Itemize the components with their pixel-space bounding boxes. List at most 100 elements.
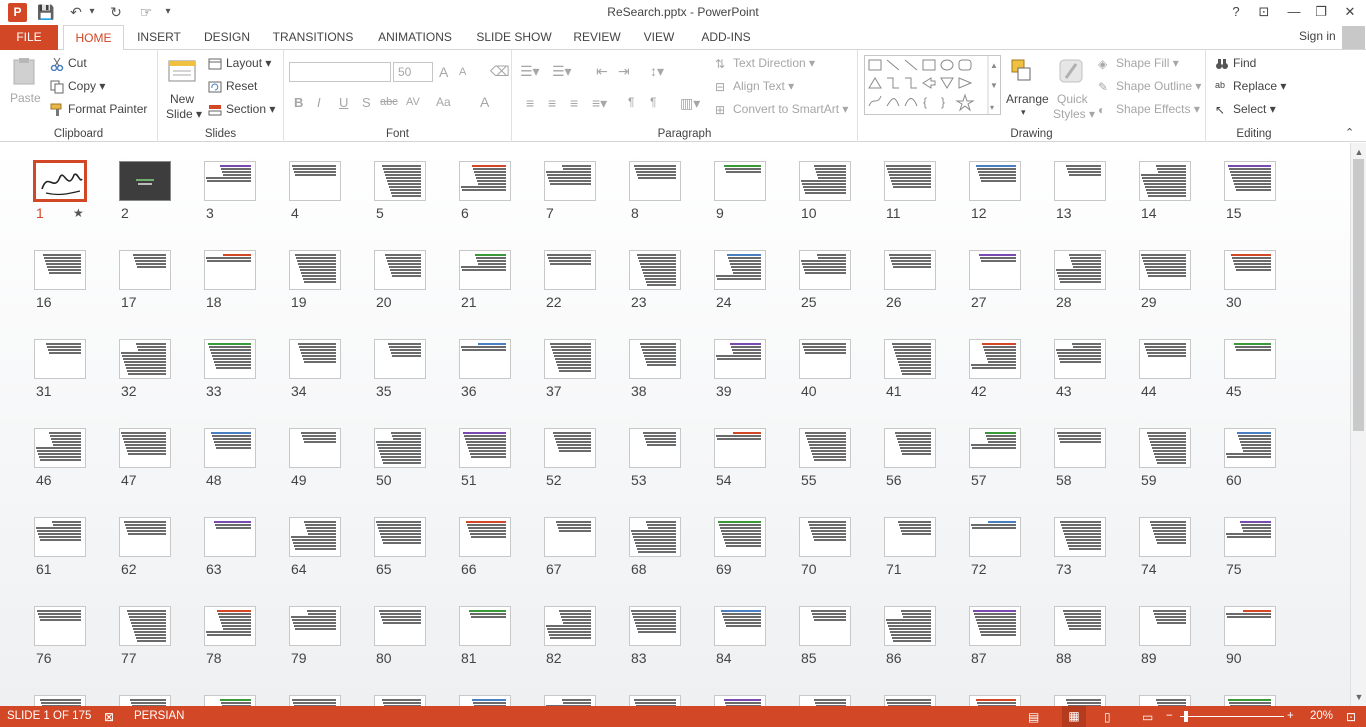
arrange-icon[interactable]	[1006, 56, 1042, 86]
font-size-combo[interactable]: 50	[393, 62, 433, 82]
slide-thumbnail[interactable]	[374, 250, 426, 290]
tab-home[interactable]: HOME	[63, 25, 124, 51]
slide-thumbnail[interactable]	[119, 250, 171, 290]
tab-insert[interactable]: INSERT	[133, 25, 185, 50]
numbering-icon[interactable]: ☰▾	[552, 63, 572, 80]
slide-thumbnail[interactable]	[1224, 250, 1276, 290]
slide-thumbnail[interactable]	[34, 428, 86, 468]
slide-thumbnail[interactable]	[714, 517, 766, 557]
collapse-ribbon-icon[interactable]: ⌃	[1345, 126, 1354, 139]
maximize-button[interactable]: ❐	[1308, 2, 1334, 22]
slide-thumbnail[interactable]	[1054, 517, 1106, 557]
slide-thumbnail[interactable]	[459, 517, 511, 557]
slide-thumbnail[interactable]	[1054, 606, 1106, 646]
slide-thumbnail[interactable]	[629, 695, 681, 706]
quick-styles-icon[interactable]	[1056, 56, 1090, 86]
font-name-combo[interactable]	[289, 62, 391, 82]
slide-thumbnail[interactable]	[714, 250, 766, 290]
slide-thumbnail[interactable]	[629, 428, 681, 468]
slide-thumbnail[interactable]	[459, 606, 511, 646]
slide-thumbnail[interactable]	[884, 606, 936, 646]
zoom-level[interactable]: 20%	[1310, 710, 1333, 722]
slide-thumbnail[interactable]	[1054, 250, 1106, 290]
slide-thumbnail[interactable]	[714, 339, 766, 379]
decrease-indent-icon[interactable]: ⇤	[596, 63, 608, 80]
slide-thumbnail[interactable]	[629, 517, 681, 557]
slide-thumbnail[interactable]	[289, 517, 341, 557]
slide-thumbnail[interactable]	[969, 161, 1021, 201]
slide-thumbnail[interactable]	[374, 161, 426, 201]
ltr-direction-icon[interactable]: ¶	[628, 95, 634, 109]
slide-thumbnail[interactable]	[374, 606, 426, 646]
slide-thumbnail[interactable]	[1224, 695, 1276, 706]
slide-thumbnail[interactable]	[289, 695, 341, 706]
replace-button[interactable]: ab Replace ▾	[1215, 79, 1286, 94]
slide-thumbnail[interactable]	[1139, 606, 1191, 646]
slide-thumbnail[interactable]	[374, 517, 426, 557]
slide-thumbnail[interactable]	[119, 428, 171, 468]
layout-button[interactable]: Layout ▾	[208, 56, 271, 71]
slide-thumbnail[interactable]	[544, 161, 596, 201]
slide-thumbnail[interactable]	[969, 428, 1021, 468]
slide-thumbnail[interactable]	[204, 606, 256, 646]
slide-thumbnail[interactable]	[204, 161, 256, 201]
slide-thumbnail[interactable]	[544, 428, 596, 468]
slide-thumbnail[interactable]	[714, 695, 766, 706]
clear-formatting-icon[interactable]: ⌫	[490, 63, 510, 80]
slide-thumbnail[interactable]	[1224, 606, 1276, 646]
paste-icon[interactable]	[8, 56, 44, 88]
tab-transitions[interactable]: TRANSITIONS	[270, 25, 356, 50]
slide-count-status[interactable]: SLIDE 1 OF 175	[7, 710, 91, 722]
slide-thumbnail[interactable]	[969, 250, 1021, 290]
zoom-slider-thumb[interactable]	[1184, 711, 1188, 722]
slide-thumbnail[interactable]	[459, 161, 511, 201]
grow-font-button[interactable]: A	[439, 64, 448, 80]
slide-thumbnail[interactable]	[1054, 161, 1106, 201]
slide-thumbnail[interactable]	[204, 428, 256, 468]
language-status[interactable]: PERSIAN	[134, 710, 185, 722]
slide-thumbnail[interactable]	[714, 161, 766, 201]
slide-thumbnail[interactable]	[884, 695, 936, 706]
slide-thumbnail[interactable]	[34, 695, 86, 706]
align-right-icon[interactable]: ≡	[570, 95, 578, 111]
character-spacing-button[interactable]: AV	[406, 96, 420, 108]
help-button[interactable]: ?	[1223, 2, 1249, 22]
slide-thumbnail[interactable]	[1139, 428, 1191, 468]
slide-thumbnail[interactable]	[969, 606, 1021, 646]
italic-button[interactable]: I	[317, 95, 321, 110]
slide-thumbnail[interactable]	[289, 606, 341, 646]
slide-thumbnail[interactable]	[34, 517, 86, 557]
slide-thumbnail[interactable]	[289, 250, 341, 290]
slide-thumbnail[interactable]	[204, 517, 256, 557]
quick-styles-dropdown[interactable]: Styles ▾	[1053, 107, 1095, 121]
cut-button[interactable]: Cut	[50, 56, 87, 72]
slide-thumbnail[interactable]	[544, 250, 596, 290]
bold-button[interactable]: B	[294, 95, 303, 110]
align-center-icon[interactable]: ≡	[548, 95, 556, 111]
new-slide-button[interactable]: New	[170, 92, 194, 106]
avatar[interactable]	[1342, 26, 1365, 49]
slide-thumbnail[interactable]	[374, 339, 426, 379]
slide-thumbnail[interactable]	[374, 695, 426, 706]
slide-thumbnail[interactable]	[714, 428, 766, 468]
slide-thumbnail[interactable]	[34, 339, 86, 379]
zoom-in-icon[interactable]: +	[1287, 710, 1294, 722]
slide-thumbnail[interactable]	[1224, 161, 1276, 201]
slide-thumbnail[interactable]	[799, 161, 851, 201]
reset-button[interactable]: Reset	[208, 79, 257, 94]
slide-thumbnail[interactable]	[799, 517, 851, 557]
slide-thumbnail[interactable]	[1054, 339, 1106, 379]
scroll-up-icon[interactable]: ▲	[1351, 145, 1366, 159]
slide-thumbnail[interactable]	[1054, 428, 1106, 468]
zoom-out-icon[interactable]: −	[1166, 710, 1173, 722]
tab-slide-show[interactable]: SLIDE SHOW	[474, 25, 554, 50]
slide-thumbnail[interactable]	[629, 606, 681, 646]
slide-thumbnail[interactable]	[1139, 250, 1191, 290]
slide-thumbnail[interactable]	[799, 695, 851, 706]
tab-file[interactable]: FILE	[0, 25, 58, 50]
slide-thumbnail[interactable]	[1139, 339, 1191, 379]
slide-thumbnail[interactable]	[884, 517, 936, 557]
slide-thumbnail[interactable]	[119, 161, 171, 201]
slide-thumbnail[interactable]	[799, 250, 851, 290]
slide-thumbnail[interactable]	[544, 339, 596, 379]
